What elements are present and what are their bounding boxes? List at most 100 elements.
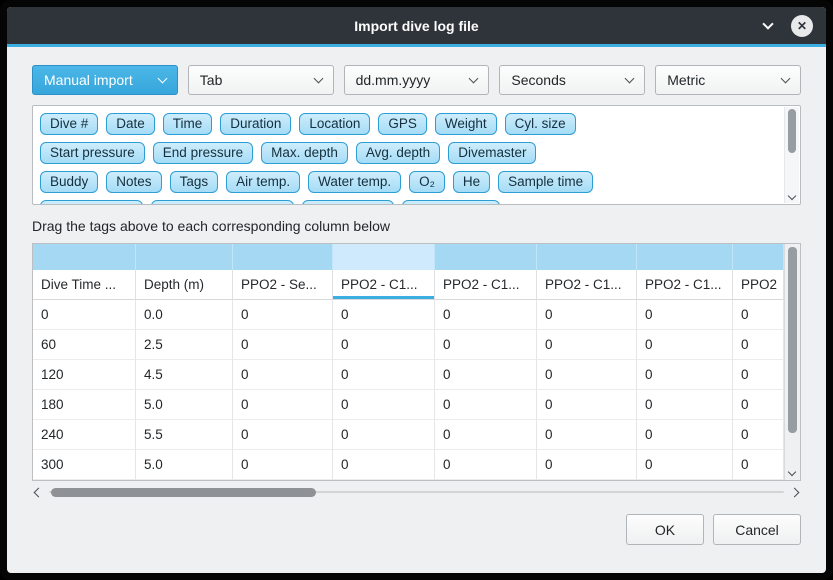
chevron-down-icon <box>762 18 773 29</box>
shade-button[interactable] <box>760 20 776 32</box>
column-header: Depth (m) <box>136 270 233 300</box>
table-cell: 0 <box>435 420 537 450</box>
tag-avg-depth[interactable]: Avg. depth <box>356 142 440 164</box>
tag-water-temp[interactable]: Water temp. <box>308 171 401 193</box>
tag-row: Dive # Date Time Duration Location GPS W… <box>40 113 774 135</box>
import-mode-select[interactable]: Manual import <box>32 65 178 95</box>
tag-dive-number[interactable]: Dive # <box>40 113 98 135</box>
tag-sample-cns[interactable]: Sample CNS <box>402 200 500 205</box>
table-cell: 2.5 <box>136 330 233 360</box>
table-cell: 0 <box>333 330 435 360</box>
tag-palette-scrollbar[interactable] <box>784 107 799 203</box>
table-cell: 0 <box>333 390 435 420</box>
cancel-button[interactable]: Cancel <box>713 514 801 545</box>
table-cell: 0 <box>637 450 733 480</box>
table-cell: 0 <box>537 360 637 390</box>
chevron-down-icon <box>781 73 791 83</box>
preview-table: Dive Time ... Depth (m) PPO2 - Se... PPO… <box>32 243 801 481</box>
tag-duration[interactable]: Duration <box>220 113 291 135</box>
tag-end-pressure[interactable]: End pressure <box>153 142 253 164</box>
scroll-right-icon[interactable] <box>790 487 800 497</box>
drop-target-row <box>33 244 784 270</box>
tag-time[interactable]: Time <box>163 113 213 135</box>
tag-gps[interactable]: GPS <box>378 113 427 135</box>
table-cell: 0 <box>733 300 784 330</box>
tag-cyl-size[interactable]: Cyl. size <box>505 113 576 135</box>
table-cell: 60 <box>33 330 136 360</box>
table-cell: 0 <box>637 300 733 330</box>
titlebar: Import dive log file ✕ <box>7 7 826 44</box>
table-cell: 0 <box>435 300 537 330</box>
tag-sample-depth[interactable]: Sample depth <box>40 200 143 205</box>
date-format-select[interactable]: dd.mm.yyyy <box>344 65 490 95</box>
column-drop-target[interactable] <box>537 244 637 270</box>
table-row: 240 5.5 0 0 0 0 0 0 <box>33 420 784 450</box>
tag-divemaster[interactable]: Divemaster <box>448 142 536 164</box>
chevron-down-icon <box>469 73 479 83</box>
scrollbar-thumb[interactable] <box>788 109 796 153</box>
column-drop-target[interactable] <box>136 244 233 270</box>
table-horizontal-scrollbar[interactable] <box>32 484 801 500</box>
scroll-down-icon[interactable] <box>788 468 796 476</box>
table-cell: 0 <box>537 390 637 420</box>
table-cell: 180 <box>33 390 136 420</box>
titlebar-buttons: ✕ <box>760 7 813 44</box>
duration-format-value: Seconds <box>511 72 565 88</box>
table-cell: 0 <box>637 420 733 450</box>
table-cell: 0 <box>233 420 333 450</box>
tag-date[interactable]: Date <box>106 113 155 135</box>
import-mode-value: Manual import <box>44 72 133 88</box>
column-drop-target[interactable] <box>435 244 537 270</box>
scrollbar-track[interactable] <box>49 484 784 500</box>
table-cell: 0 <box>435 390 537 420</box>
table-cell: 0.0 <box>136 300 233 330</box>
table-row: 300 5.0 0 0 0 0 0 0 <box>33 450 784 480</box>
column-header: PPO2 - Se... <box>233 270 333 300</box>
units-value: Metric <box>667 72 705 88</box>
column-drop-target-selected[interactable] <box>333 244 435 270</box>
tag-sample-time[interactable]: Sample time <box>498 171 593 193</box>
tag-air-temp[interactable]: Air temp. <box>226 171 300 193</box>
tag-sample-po2[interactable]: Sample pO₂ <box>302 200 395 205</box>
tag-sample-temperature[interactable]: Sample temperature <box>151 200 293 205</box>
tag-notes[interactable]: Notes <box>106 171 161 193</box>
table-cell: 0 <box>233 300 333 330</box>
tag-weight[interactable]: Weight <box>435 113 497 135</box>
scrollbar-thumb[interactable] <box>788 247 797 433</box>
tag-o2[interactable]: O₂ <box>409 171 445 193</box>
tag-max-depth[interactable]: Max. depth <box>261 142 348 164</box>
table-row: 180 5.0 0 0 0 0 0 0 <box>33 390 784 420</box>
tag-row: Start pressure End pressure Max. depth A… <box>40 142 774 164</box>
instruction-text: Drag the tags above to each correspondin… <box>32 218 801 234</box>
scroll-left-icon[interactable] <box>34 487 44 497</box>
column-drop-target[interactable] <box>233 244 333 270</box>
close-icon: ✕ <box>797 19 807 33</box>
table-cell: 0 <box>733 390 784 420</box>
table-cell: 0 <box>233 390 333 420</box>
ok-button[interactable]: OK <box>626 514 704 545</box>
close-button[interactable]: ✕ <box>791 15 813 37</box>
table-cell: 300 <box>33 450 136 480</box>
column-drop-target[interactable] <box>637 244 733 270</box>
tag-location[interactable]: Location <box>299 113 370 135</box>
column-drop-target[interactable] <box>733 244 784 270</box>
tag-he[interactable]: He <box>453 171 490 193</box>
table-cell: 0 <box>435 360 537 390</box>
tag-buddy[interactable]: Buddy <box>40 171 98 193</box>
duration-format-select[interactable]: Seconds <box>499 65 645 95</box>
table-cell: 0 <box>733 450 784 480</box>
import-options-row: Manual import Tab dd.mm.yyyy Seconds Met… <box>32 65 801 95</box>
tag-start-pressure[interactable]: Start pressure <box>40 142 145 164</box>
field-separator-select[interactable]: Tab <box>188 65 334 95</box>
table-cell: 4.5 <box>136 360 233 390</box>
scroll-down-icon[interactable] <box>788 192 796 200</box>
table-cell: 5.0 <box>136 390 233 420</box>
scrollbar-thumb[interactable] <box>51 488 316 497</box>
column-drop-target[interactable] <box>33 244 136 270</box>
table-cell: 5.0 <box>136 450 233 480</box>
column-header: PPO2 <box>733 270 784 300</box>
tag-tags[interactable]: Tags <box>170 171 219 193</box>
table-cell: 0 <box>637 360 733 390</box>
units-select[interactable]: Metric <box>655 65 801 95</box>
table-vertical-scrollbar[interactable] <box>784 244 800 480</box>
